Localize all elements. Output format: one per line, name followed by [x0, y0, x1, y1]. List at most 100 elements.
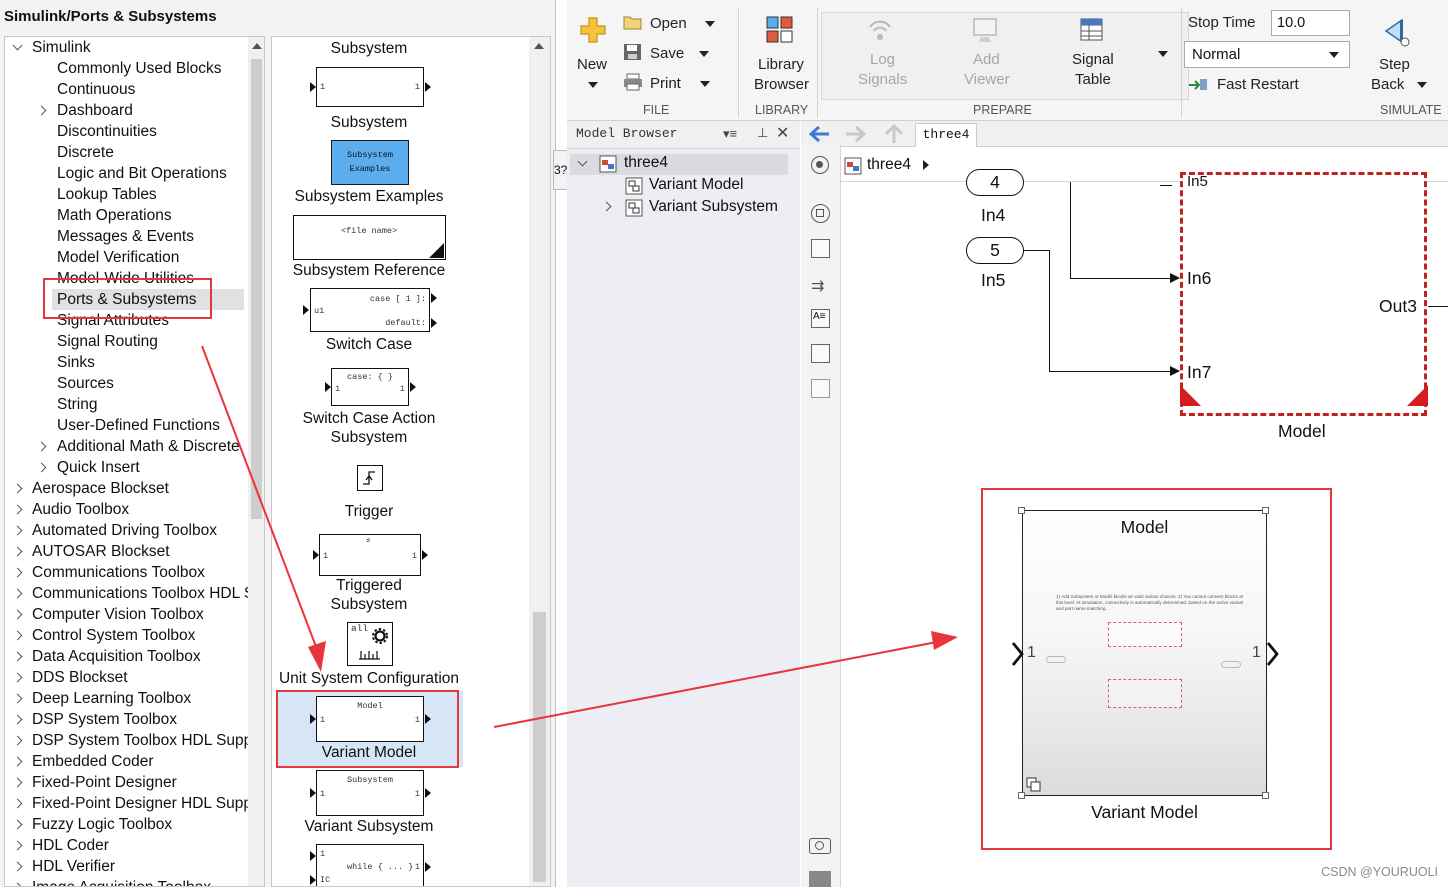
save-dropdown-icon[interactable] — [699, 51, 709, 57]
tree-item[interactable]: Math Operations — [5, 205, 245, 226]
route-lines-icon[interactable]: ⇉ — [811, 276, 824, 296]
prepare-gallery-expand-icon[interactable] — [1158, 51, 1168, 57]
tree-scroll-thumb[interactable] — [251, 59, 262, 519]
switch-case-action-block[interactable]: case: { } 1 1 — [331, 368, 409, 406]
subsystem-block[interactable]: 1 1 — [316, 67, 424, 107]
tree-item[interactable]: User-Defined Functions — [5, 415, 245, 436]
annotation-icon[interactable]: A≡ — [811, 309, 830, 328]
breadcrumb-chevron-icon[interactable] — [923, 160, 929, 170]
tree-item[interactable]: Automated Driving Toolbox — [5, 520, 245, 541]
simulation-mode-select[interactable]: Normal — [1184, 41, 1350, 68]
tree-item[interactable]: Logic and Bit Operations — [5, 163, 245, 184]
print-dropdown-icon[interactable] — [700, 81, 710, 87]
tree-item[interactable]: Commonly Used Blocks — [5, 58, 245, 79]
block-scroll-up-icon[interactable] — [534, 43, 544, 49]
save-disk-icon[interactable] — [623, 43, 643, 61]
resize-handle-br[interactable] — [1262, 792, 1269, 799]
back-arrow-icon[interactable] — [809, 125, 831, 143]
forward-arrow-icon[interactable] — [844, 125, 866, 143]
tree-variant-model[interactable]: Variant Model — [649, 176, 743, 194]
tree-item[interactable]: Data Acquisition Toolbox — [5, 646, 245, 667]
add-viewer-icon[interactable] — [971, 15, 1001, 45]
tree-item[interactable]: Deep Learning Toolbox — [5, 688, 245, 709]
tree-item[interactable]: Communications Toolbox — [5, 562, 245, 583]
tree-item[interactable]: DSP System Toolbox — [5, 709, 245, 730]
inport-4[interactable]: 4 — [966, 169, 1024, 196]
tree-item[interactable]: Fixed-Point Designer HDL Support — [5, 793, 264, 814]
resize-handle-tl[interactable] — [1018, 507, 1025, 514]
fit-to-view-icon[interactable] — [811, 239, 830, 258]
tree-item[interactable]: Embedded Coder — [5, 751, 245, 772]
tree-item[interactable]: Discrete — [5, 142, 245, 163]
zoom-icon[interactable] — [811, 204, 830, 223]
printer-icon[interactable] — [623, 73, 643, 91]
log-signals-icon[interactable] — [865, 15, 895, 45]
tree-item[interactable]: Computer Vision Toolbox — [5, 604, 245, 625]
side-tab[interactable]: 3? — [553, 150, 568, 190]
new-dropdown-icon[interactable] — [588, 82, 598, 88]
scroll-up-icon[interactable] — [252, 43, 262, 49]
open-button[interactable]: Open — [650, 15, 687, 32]
tree-item[interactable]: DDS Blockset — [5, 667, 245, 688]
resize-handle-bl[interactable] — [1018, 792, 1025, 799]
step-back-line1[interactable]: Step — [1379, 56, 1410, 73]
save-button[interactable]: Save — [650, 45, 684, 62]
variant-subsystem-block[interactable]: Subsystem 1 1 — [316, 770, 424, 816]
switch-case-block[interactable]: u1 case [ 1 ]: default: — [310, 288, 430, 332]
tree-item[interactable]: Sources — [5, 373, 245, 394]
model-tab[interactable]: three4 — [915, 123, 977, 147]
tree-item[interactable]: Signal Routing — [5, 331, 245, 352]
model-browser-tree[interactable]: three4 Variant Model Variant Subsystem — [567, 149, 800, 887]
subsystem-reference-block[interactable]: <file name> — [293, 215, 446, 260]
tree-variant-subsystem[interactable]: Variant Subsystem — [649, 198, 778, 216]
model-reference-block[interactable] — [1180, 172, 1428, 416]
add-viewer-line2[interactable]: Viewer — [964, 71, 1010, 88]
library-browser-icon[interactable] — [765, 15, 795, 45]
tree-item[interactable]: Control System Toolbox — [5, 625, 245, 646]
area-icon[interactable] — [811, 379, 830, 398]
tree-item[interactable]: Discontinuities — [5, 121, 245, 142]
open-dropdown-icon[interactable] — [705, 21, 715, 27]
new-button[interactable]: New — [577, 56, 607, 73]
inport-5[interactable]: 5 — [966, 237, 1024, 264]
tree-item[interactable]: Fuzzy Logic Toolbox — [5, 814, 245, 835]
signal-table-line2[interactable]: Table — [1075, 71, 1111, 88]
library-tree[interactable]: Simulink Commonly Used Blocks Continuous Da… — [4, 36, 265, 887]
fast-restart-button[interactable]: Fast Restart — [1217, 76, 1299, 93]
new-plus-icon[interactable] — [579, 16, 607, 44]
block-scroll-thumb[interactable] — [533, 612, 546, 882]
signal-table-line1[interactable]: Signal — [1072, 51, 1114, 68]
fast-restart-icon[interactable] — [1187, 76, 1209, 92]
add-viewer-line1[interactable]: Add — [973, 51, 1000, 68]
panel-menu-icon[interactable]: ▾≡ — [723, 126, 737, 142]
tree-item[interactable]: Communications Toolbox HDL Support — [5, 583, 264, 604]
expand-variant-subsystem-icon[interactable] — [601, 201, 612, 212]
pin-icon[interactable]: ⊥ — [757, 125, 768, 141]
tree-item[interactable]: Continuous — [5, 79, 245, 100]
variant-choice-placeholder-2[interactable] — [1108, 679, 1182, 708]
resize-handle-tr[interactable] — [1262, 507, 1269, 514]
while-iterator-block[interactable]: 1 while { ... } 1 IC — [316, 844, 424, 886]
hide-show-icon[interactable] — [811, 156, 829, 174]
log-signals-line1[interactable]: Log — [870, 51, 895, 68]
tree-item[interactable]: AUTOSAR Blockset — [5, 541, 245, 562]
unit-system-config-block[interactable]: all — [347, 622, 393, 666]
extra-palette-icon[interactable] — [809, 871, 831, 887]
image-icon[interactable] — [811, 344, 830, 363]
camera-icon[interactable] — [809, 838, 831, 854]
subsystem-examples-block[interactable]: Subsystem Examples — [331, 140, 409, 185]
tree-scrollbar[interactable] — [248, 37, 264, 886]
open-folder-icon[interactable] — [623, 13, 643, 31]
print-button[interactable]: Print — [650, 75, 681, 92]
tree-item[interactable]: Simulink — [5, 37, 245, 58]
tree-item[interactable]: String — [5, 394, 245, 415]
simulation-mode-dropdown-icon[interactable] — [1329, 52, 1339, 58]
tree-item[interactable]: HDL Verifier — [5, 856, 245, 877]
tree-item[interactable]: Fixed-Point Designer — [5, 772, 245, 793]
stop-time-input[interactable]: 10.0 — [1271, 10, 1350, 36]
log-signals-line2[interactable]: Signals — [858, 71, 907, 88]
library-browser-line2[interactable]: Browser — [754, 76, 809, 93]
variant-choice-placeholder-1[interactable] — [1108, 622, 1182, 647]
step-back-dropdown-icon[interactable] — [1417, 82, 1427, 88]
tree-item[interactable]: Model Verification — [5, 247, 245, 268]
